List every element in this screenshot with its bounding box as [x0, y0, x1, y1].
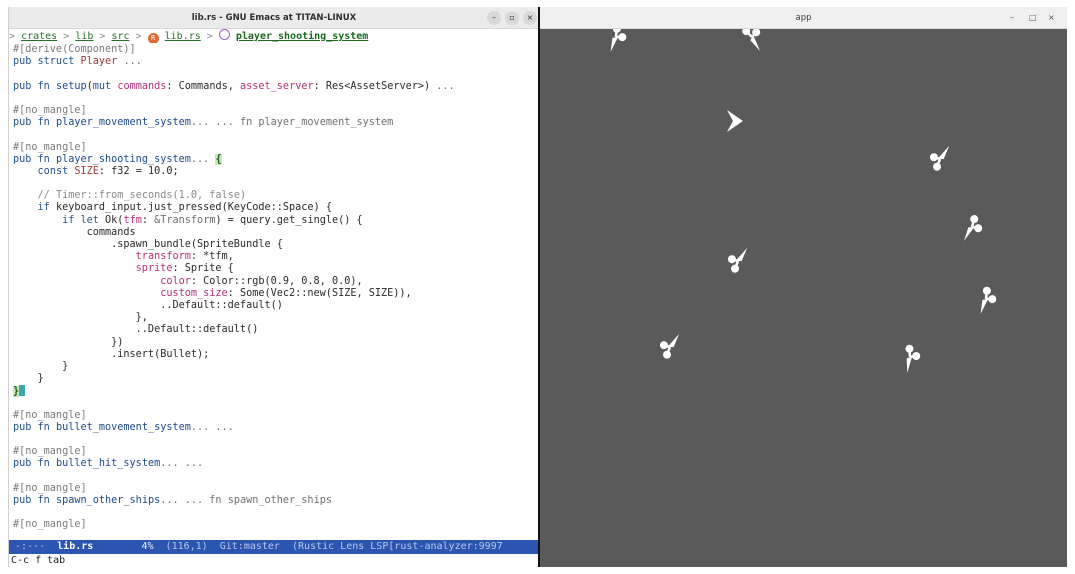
enemy-ship	[964, 215, 983, 241]
code-line: pub struct Player ...	[13, 56, 142, 68]
breadcrumb-item-lib[interactable]: lib	[75, 31, 93, 42]
breadcrumb-item-file[interactable]: lib.rs	[165, 31, 201, 42]
modeline-status: -:---	[15, 541, 46, 552]
code-line: #[no_mangle]	[13, 141, 87, 153]
emacs-window-title: lib.rs - GNU Emacs at TITAN-LINUX	[191, 13, 357, 23]
code-line: if keyboard_input.just_pressed(KeyCode::…	[37, 202, 332, 214]
code-line: #[no_mangle]	[13, 104, 87, 116]
code-line: }	[13, 385, 538, 398]
text-cursor	[19, 385, 26, 397]
modeline-buffer-name[interactable]: lib.rs	[57, 541, 93, 552]
maximize-button[interactable]: ▫	[505, 11, 519, 25]
code-line: color: Color::rgb(0.9, 0.8, 0.0),	[160, 275, 363, 287]
code-line: pub fn player_movement_system... ... fn …	[13, 117, 394, 129]
enemy-ship	[929, 145, 950, 171]
emacs-titlebar[interactable]: lib.rs - GNU Emacs at TITAN-LINUX – ▫ ×	[9, 7, 538, 29]
modeline-percent: 4%	[141, 541, 154, 552]
enemy-ship	[727, 247, 748, 273]
code-line: #[no_mangle]	[13, 482, 87, 494]
breadcrumb-separator: >	[63, 31, 70, 42]
code-line: .insert(Bullet);	[13, 348, 210, 360]
enemy-ship	[659, 333, 680, 359]
breadcrumb-item-src[interactable]: src	[111, 31, 129, 42]
code-line: }	[13, 373, 44, 385]
code-line: custom_size: Some(Vec2::new(SIZE, SIZE))…	[160, 287, 412, 299]
code-line: #[no_mangle]	[13, 409, 87, 421]
code-line: #[no_mangle]	[13, 519, 87, 531]
modeline-position: (116,1)	[165, 541, 208, 552]
code-line: pub fn player_shooting_system... {	[13, 153, 222, 165]
code-line: pub fn bullet_hit_system... ...	[13, 458, 204, 470]
maximize-button[interactable]: □	[1029, 7, 1037, 29]
app-window-title: app	[795, 13, 812, 23]
code-line: commands	[13, 226, 136, 238]
echo-area: C-c f tab	[11, 555, 66, 566]
code-line: pub fn setup(mut commands: Commands, ass…	[13, 80, 455, 92]
app-titlebar[interactable]: app – □ ×	[540, 7, 1067, 29]
code-line: pub fn bullet_movement_system... ...	[13, 421, 234, 433]
code-line: sprite: Sprite {	[135, 263, 234, 275]
enemy-ship	[610, 29, 627, 53]
code-line: // Timer::from_seconds(1.0, false)	[37, 190, 247, 202]
code-line: if let Ok(tfm: &Transform) = query.get_s…	[62, 214, 363, 226]
close-button[interactable]: ×	[1048, 7, 1055, 29]
minimize-button[interactable]: –	[487, 11, 501, 25]
emacs-window: lib.rs - GNU Emacs at TITAN-LINUX – ▫ × …	[8, 7, 538, 567]
modeline-vc-branch[interactable]: Git:master	[220, 541, 280, 552]
breadcrumb-current-function[interactable]: player_shooting_system	[236, 31, 368, 42]
breadcrumb: > crates > lib > src > R lib.rs > player…	[9, 29, 538, 43]
code-line: #[no_mangle]	[13, 446, 87, 458]
breadcrumb-lead: >	[9, 31, 16, 42]
code-line: transform: *tfm,	[135, 251, 234, 263]
player-ship	[727, 110, 743, 132]
code-line: const SIZE: f32 = 10.0;	[37, 165, 179, 177]
modeline-modes[interactable]: (Rustic Lens LSP[rust-analyzer:9997	[292, 541, 503, 552]
enemy-ship	[980, 286, 997, 315]
breadcrumb-separator: >	[206, 31, 213, 42]
minimize-button[interactable]: –	[1010, 7, 1014, 29]
breadcrumb-item-crates[interactable]: crates	[21, 31, 57, 42]
code-line: .spawn_bundle(SpriteBundle {	[13, 239, 283, 250]
code-editor[interactable]: #[derive(Component)] pub struct Player .…	[13, 44, 538, 540]
breadcrumb-separator: >	[99, 31, 106, 42]
code-line: ..Default::default()	[13, 324, 259, 336]
breadcrumb-separator: >	[135, 31, 142, 42]
enemy-ship	[905, 344, 921, 373]
rust-file-icon: R	[147, 33, 159, 43]
code-line: ..Default::default()	[13, 299, 283, 311]
function-icon	[218, 29, 230, 40]
code-line: }	[13, 360, 69, 372]
code-line: pub fn spawn_other_ships... ... fn spawn…	[13, 494, 332, 506]
close-button[interactable]: ×	[523, 11, 537, 25]
code-line: #[derive(Component)]	[13, 44, 136, 55]
code-line: })	[13, 336, 124, 348]
game-canvas[interactable]	[540, 29, 1067, 567]
code-line: },	[13, 312, 148, 324]
enemy-ship	[742, 29, 761, 51]
app-window: app – □ ×	[540, 7, 1067, 567]
mode-line: -:--- lib.rs 4% (116,1) Git:master (Rust…	[9, 540, 538, 554]
